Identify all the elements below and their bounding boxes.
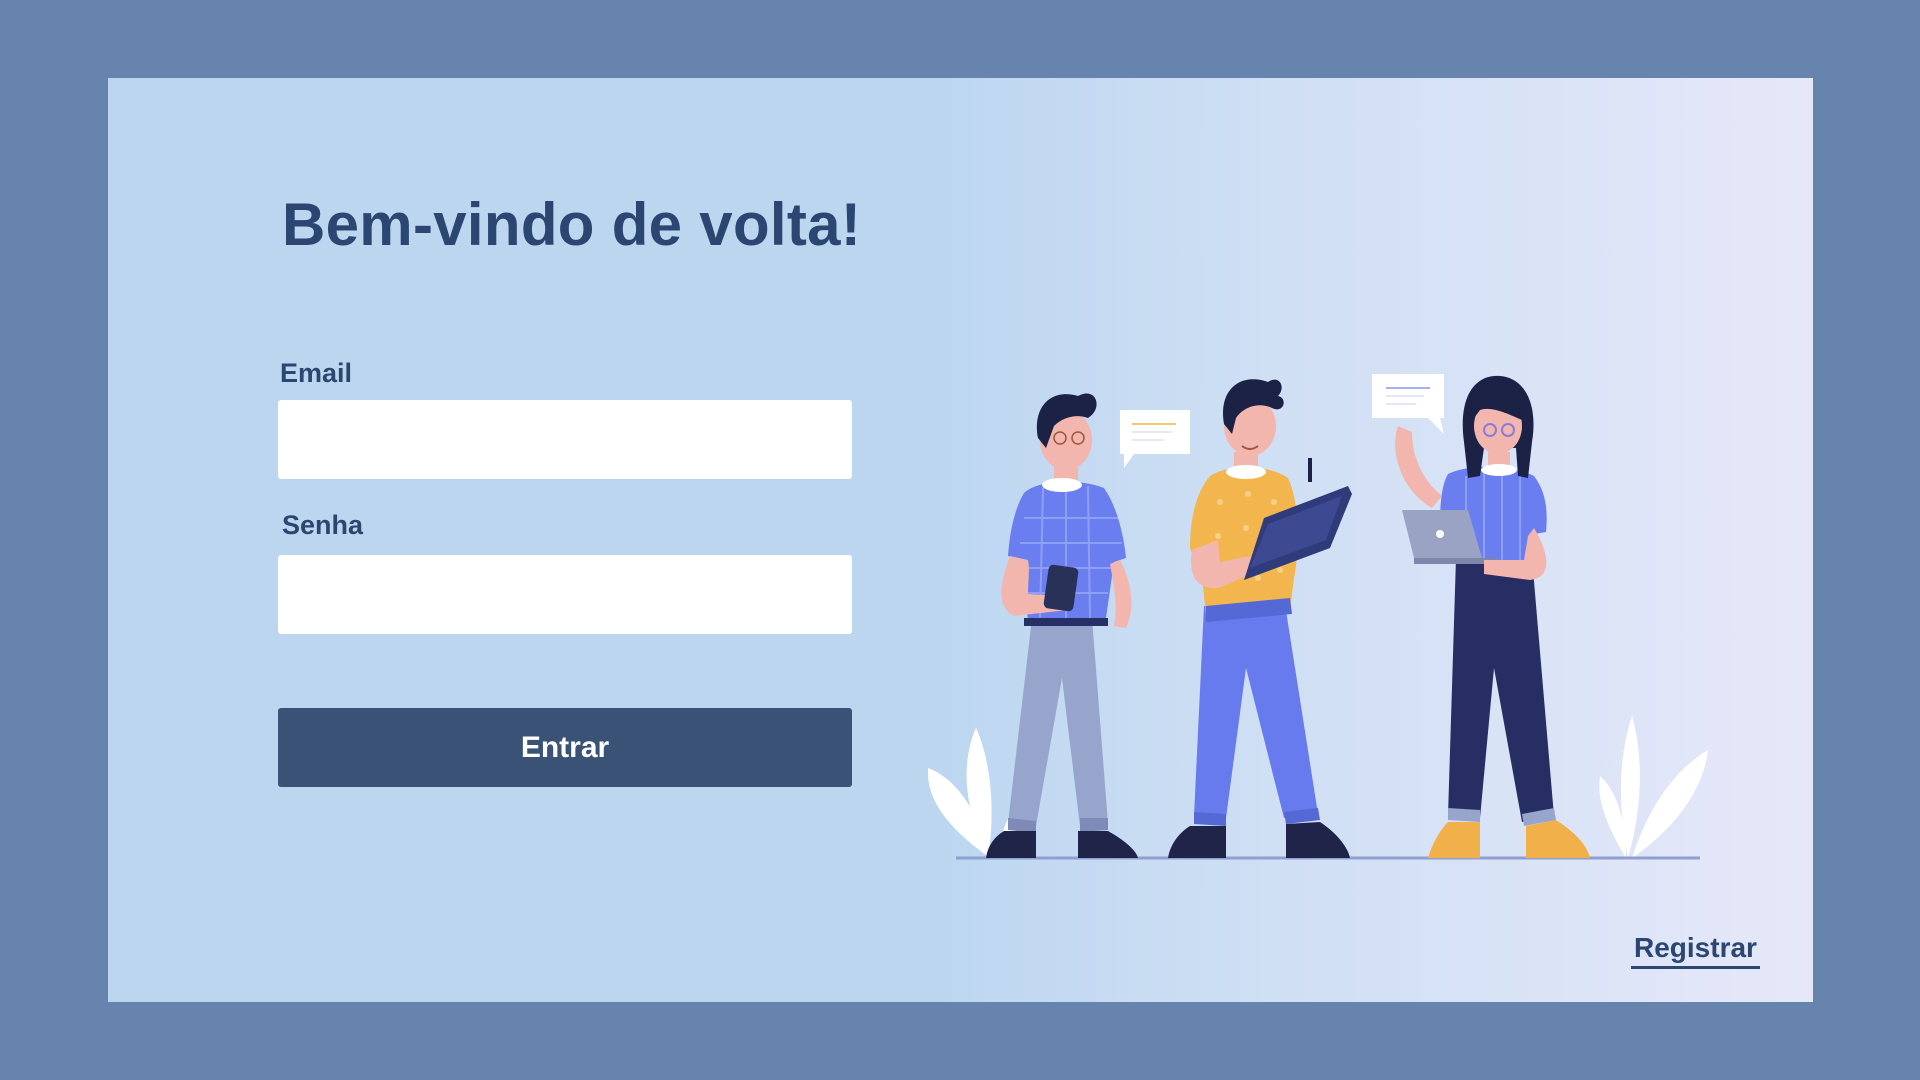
plant-right-icon	[1599, 716, 1708, 858]
page-title: Bem-vindo de volta!	[282, 191, 862, 258]
email-label: Email	[280, 358, 353, 388]
team-collaboration-illustration-icon	[928, 374, 1708, 860]
register-link[interactable]: Registrar	[1631, 932, 1760, 969]
login-card: Bem-vindo de volta! Email Senha Entrar R…	[108, 78, 1813, 1002]
password-label: Senha	[282, 510, 364, 540]
login-button[interactable]: Entrar	[278, 708, 852, 787]
person-with-phone-icon	[986, 393, 1138, 858]
person-with-tablet-icon	[1168, 379, 1352, 858]
person-with-laptop-icon	[1395, 375, 1590, 858]
message-bubble-icon	[1372, 374, 1444, 434]
email-field[interactable]	[278, 400, 852, 479]
password-field[interactable]	[278, 555, 852, 634]
chat-bubble-icon	[1120, 410, 1190, 468]
